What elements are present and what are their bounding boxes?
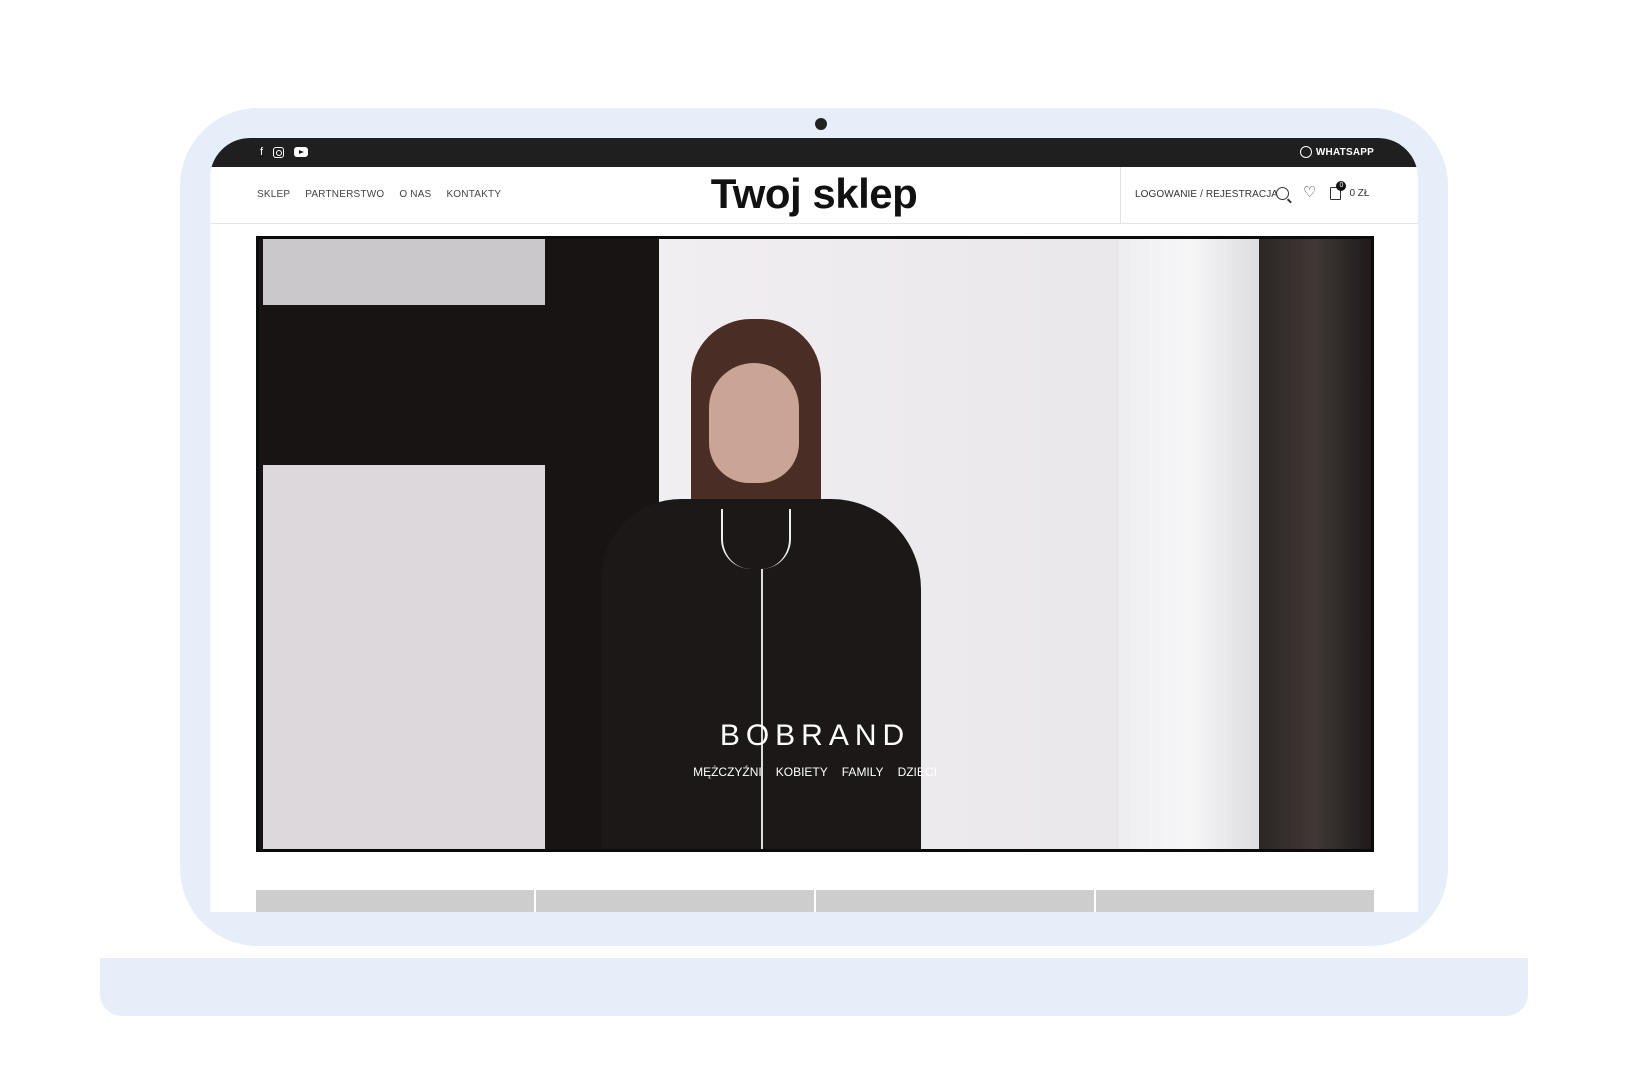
top-bar: f WHATSAPP xyxy=(210,138,1418,167)
category-link-mezczyzni[interactable]: MĘŻCZYŹNI xyxy=(693,765,762,779)
facebook-icon[interactable]: f xyxy=(260,146,263,158)
whatsapp-link[interactable]: WHATSAPP xyxy=(1299,146,1374,158)
model-face xyxy=(709,363,799,483)
hero-caption: BOBRAND MĘŻCZYŹNI KOBIETY FAMILY DZIECI xyxy=(259,719,1371,779)
wishlist-heart-icon[interactable]: ♡ xyxy=(1303,185,1316,200)
category-tile[interactable] xyxy=(256,890,534,912)
login-register-link[interactable]: LOGOWANIE / REJESTRACJA xyxy=(1135,189,1278,200)
social-links: f xyxy=(260,146,309,158)
cart-total[interactable]: 0 ZŁ xyxy=(1349,188,1369,199)
whatsapp-label: WHATSAPP xyxy=(1315,146,1374,158)
browser-screen: f WHATSAPP SKLEP PARTNERSTWO O NAS KONTA… xyxy=(210,138,1418,912)
hero-video-banner[interactable]: BOBRAND MĘŻCZYŹNI KOBIETY FAMILY DZIECI xyxy=(256,236,1374,852)
site-header: SKLEP PARTNERSTWO O NAS KONTAKTY Twoj sk… xyxy=(210,167,1418,224)
category-tile[interactable] xyxy=(816,890,1094,912)
category-tiles-row xyxy=(256,890,1374,912)
category-link-kobiety[interactable]: KOBIETY xyxy=(776,765,828,779)
category-tile[interactable] xyxy=(1096,890,1374,912)
category-tile[interactable] xyxy=(536,890,814,912)
pajama-placket xyxy=(761,569,763,849)
cart-icon[interactable]: 0 xyxy=(1330,180,1347,200)
window-pane-bottom xyxy=(263,465,545,849)
hero-category-links: MĘŻCZYŹNI KOBIETY FAMILY DZIECI xyxy=(259,765,1371,779)
header-actions: ♡ 0 0 ZŁ xyxy=(1276,180,1369,200)
pajama-collar xyxy=(721,509,791,569)
youtube-icon[interactable] xyxy=(294,147,309,157)
laptop-base xyxy=(100,958,1528,1016)
category-link-family[interactable]: FAMILY xyxy=(842,765,884,779)
header-divider xyxy=(1120,167,1121,224)
webcam xyxy=(815,118,827,130)
cart-count-badge: 0 xyxy=(1336,180,1347,191)
category-link-dzieci[interactable]: DZIECI xyxy=(898,765,937,779)
window-pane-top xyxy=(263,239,545,305)
search-icon[interactable] xyxy=(1276,186,1289,200)
instagram-icon[interactable] xyxy=(273,146,285,158)
whatsapp-icon xyxy=(1299,146,1312,158)
hero-brand-title: BOBRAND xyxy=(719,719,911,752)
